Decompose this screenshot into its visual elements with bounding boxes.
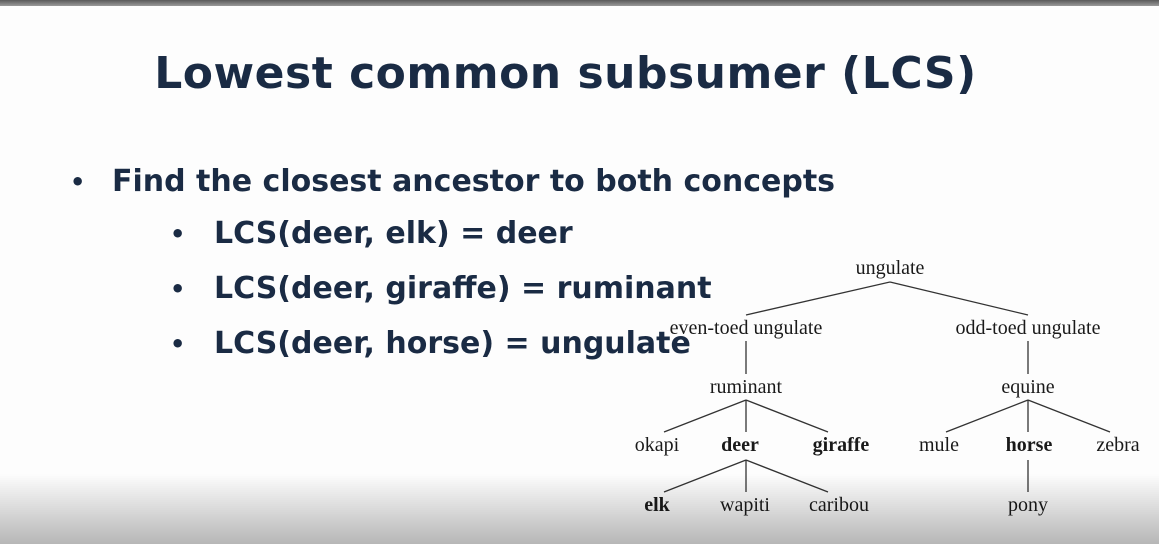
node-okapi: okapi <box>635 434 680 456</box>
edge-ruminant-giraffe <box>745 399 829 433</box>
node-mule: mule <box>919 434 959 456</box>
node-elk: elk <box>644 494 670 516</box>
node-equine: equine <box>1001 376 1054 398</box>
node-zebra: zebra <box>1096 434 1139 456</box>
edge-ungulate-oddtoed <box>889 281 1029 316</box>
node-pony: pony <box>1008 494 1048 516</box>
node-even-toed-ungulate: even-toed ungulate <box>670 317 823 339</box>
node-wapiti: wapiti <box>720 494 770 516</box>
node-odd-toed-ungulate: odd-toed ungulate <box>956 317 1101 339</box>
node-deer: deer <box>721 434 759 456</box>
slide: Lowest common subsumer (LCS) Find the cl… <box>0 0 1159 544</box>
edge-equine-zebra <box>1027 399 1111 433</box>
taxonomy-tree-diagram: ungulate even-toed ungulate odd-toed ung… <box>635 257 1140 516</box>
edge-ungulate-eventoed <box>745 281 891 316</box>
edge-ruminant-okapi <box>663 399 747 433</box>
edge-deer-elk <box>663 459 747 493</box>
node-caribou: caribou <box>809 494 869 516</box>
edge-deer-caribou <box>745 459 829 493</box>
node-ungulate: ungulate <box>856 257 925 279</box>
node-horse: horse <box>1006 434 1053 456</box>
edge-equine-mule <box>945 399 1029 433</box>
node-giraffe: giraffe <box>813 434 870 456</box>
node-ruminant: ruminant <box>710 376 783 398</box>
